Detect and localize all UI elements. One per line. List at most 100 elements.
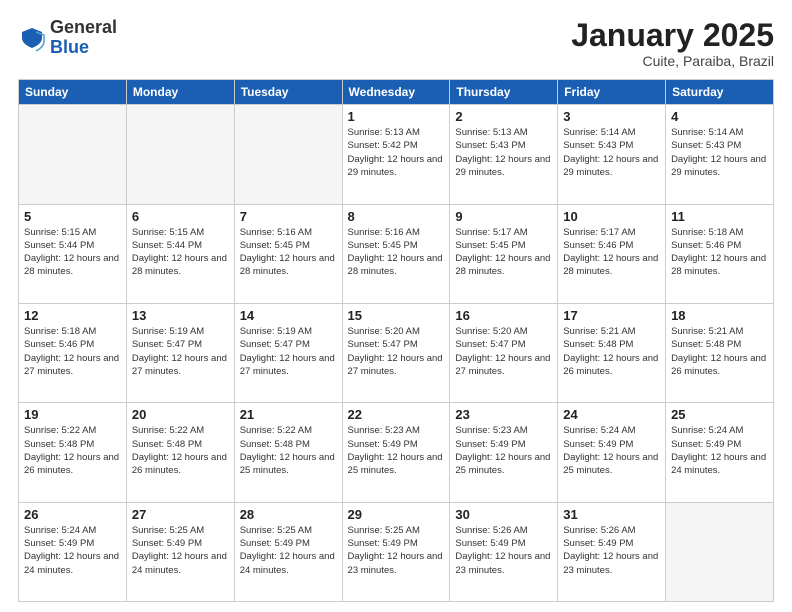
calendar-day-cell xyxy=(19,105,127,204)
day-number: 10 xyxy=(563,209,660,224)
calendar-day-cell: 19Sunrise: 5:22 AMSunset: 5:48 PMDayligh… xyxy=(19,403,127,502)
day-info: Sunrise: 5:24 AMSunset: 5:49 PMDaylight:… xyxy=(671,424,768,477)
calendar-day-cell: 27 Sunrise: 5:25 AMSunset: 5:49 PMDayligh… xyxy=(126,502,234,601)
logo-general: General xyxy=(50,17,117,37)
day-info: Sunrise: 5:13 AMSunset: 5:42 PMDaylight:… xyxy=(348,126,445,179)
day-info: Sunrise: 5:17 AMSunset: 5:45 PMDaylight:… xyxy=(455,226,552,279)
calendar-week-row: 1 Sunrise: 5:13 AMSunset: 5:42 PMDaylight… xyxy=(19,105,774,204)
calendar-day-cell: 24 Sunrise: 5:24 AMSunset: 5:49 PMDayligh… xyxy=(558,403,666,502)
day-number: 27 xyxy=(132,507,229,522)
day-number: 5 xyxy=(24,209,121,224)
logo-blue: Blue xyxy=(50,37,89,57)
day-number: 11 xyxy=(671,209,768,224)
calendar-day-cell: 16Sunrise: 5:20 AMSunset: 5:47 PMDayligh… xyxy=(450,303,558,402)
day-info: Sunrise: 5:25 AMSunset: 5:49 PMDaylight:… xyxy=(132,524,229,577)
day-info: Sunrise: 5:23 AMSunset: 5:49 PMDaylight:… xyxy=(348,424,445,477)
day-info: Sunrise: 5:23 AMSunset: 5:49 PMDaylight:… xyxy=(455,424,552,477)
day-number: 19 xyxy=(24,407,121,422)
day-number: 30 xyxy=(455,507,552,522)
calendar-week-row: 19 Sunrise: 5:22 AMSunset: 5:48 PMDayligh… xyxy=(19,403,774,502)
day-number: 9 xyxy=(455,209,552,224)
calendar-day-cell: 11 Sunrise: 5:18 AMSunset: 5:46 PMDayligh… xyxy=(666,204,774,303)
day-number: 14 xyxy=(240,308,337,323)
day-of-week-header: Tuesday xyxy=(234,80,342,105)
day-number: 12 xyxy=(24,308,121,323)
day-number: 31 xyxy=(563,507,660,522)
header: General Blue January 2025 Cuite, Paraiba… xyxy=(18,18,774,69)
calendar-day-cell xyxy=(126,105,234,204)
logo-icon xyxy=(18,24,46,52)
day-info: Sunrise: 5:14 AMSunset: 5:43 PMDaylight:… xyxy=(671,126,768,179)
day-info: Sunrise: 5:15 AMSunset: 5:44 PMDaylight:… xyxy=(24,226,121,279)
day-info: Sunrise: 5:20 AMSunset: 5:47 PMDaylight:… xyxy=(348,325,445,378)
day-info: Sunrise: 5:13 AMSunset: 5:43 PMDaylight:… xyxy=(455,126,552,179)
day-number: 3 xyxy=(563,109,660,124)
calendar-day-cell: 25 Sunrise: 5:24 AMSunset: 5:49 PMDayligh… xyxy=(666,403,774,502)
day-number: 21 xyxy=(240,407,337,422)
calendar-day-cell: 23Sunrise: 5:23 AMSunset: 5:49 PMDayligh… xyxy=(450,403,558,502)
calendar-day-cell: 4 Sunrise: 5:14 AMSunset: 5:43 PMDaylight… xyxy=(666,105,774,204)
day-of-week-header: Sunday xyxy=(19,80,127,105)
day-number: 6 xyxy=(132,209,229,224)
day-of-week-header: Wednesday xyxy=(342,80,450,105)
day-info: Sunrise: 5:16 AMSunset: 5:45 PMDaylight:… xyxy=(348,226,445,279)
calendar-day-cell: 3 Sunrise: 5:14 AMSunset: 5:43 PMDaylight… xyxy=(558,105,666,204)
calendar-day-cell: 28Sunrise: 5:25 AMSunset: 5:49 PMDayligh… xyxy=(234,502,342,601)
day-info: Sunrise: 5:22 AMSunset: 5:48 PMDaylight:… xyxy=(132,424,229,477)
calendar-day-cell: 6 Sunrise: 5:15 AMSunset: 5:44 PMDaylight… xyxy=(126,204,234,303)
day-number: 4 xyxy=(671,109,768,124)
day-info: Sunrise: 5:17 AMSunset: 5:46 PMDaylight:… xyxy=(563,226,660,279)
day-info: Sunrise: 5:24 AMSunset: 5:49 PMDaylight:… xyxy=(563,424,660,477)
day-number: 13 xyxy=(132,308,229,323)
day-number: 18 xyxy=(671,308,768,323)
calendar-day-cell: 2 Sunrise: 5:13 AMSunset: 5:43 PMDaylight… xyxy=(450,105,558,204)
day-info: Sunrise: 5:24 AMSunset: 5:49 PMDaylight:… xyxy=(24,524,121,577)
day-info: Sunrise: 5:22 AMSunset: 5:48 PMDaylight:… xyxy=(240,424,337,477)
calendar-day-cell: 12Sunrise: 5:18 AMSunset: 5:46 PMDayligh… xyxy=(19,303,127,402)
day-number: 17 xyxy=(563,308,660,323)
calendar-day-cell: 5 Sunrise: 5:15 AMSunset: 5:44 PMDaylight… xyxy=(19,204,127,303)
calendar-day-cell: 9 Sunrise: 5:17 AMSunset: 5:45 PMDaylight… xyxy=(450,204,558,303)
calendar-day-cell: 10 Sunrise: 5:17 AMSunset: 5:46 PMDayligh… xyxy=(558,204,666,303)
day-info: Sunrise: 5:19 AMSunset: 5:47 PMDaylight:… xyxy=(240,325,337,378)
calendar-day-cell: 18 Sunrise: 5:21 AMSunset: 5:48 PMDayligh… xyxy=(666,303,774,402)
day-info: Sunrise: 5:21 AMSunset: 5:48 PMDaylight:… xyxy=(671,325,768,378)
day-number: 28 xyxy=(240,507,337,522)
day-info: Sunrise: 5:16 AMSunset: 5:45 PMDaylight:… xyxy=(240,226,337,279)
day-number: 2 xyxy=(455,109,552,124)
day-info: Sunrise: 5:14 AMSunset: 5:43 PMDaylight:… xyxy=(563,126,660,179)
day-number: 29 xyxy=(348,507,445,522)
calendar-day-cell: 8Sunrise: 5:16 AMSunset: 5:45 PMDaylight… xyxy=(342,204,450,303)
day-info: Sunrise: 5:26 AMSunset: 5:49 PMDaylight:… xyxy=(563,524,660,577)
calendar-day-cell: 13Sunrise: 5:19 AMSunset: 5:47 PMDayligh… xyxy=(126,303,234,402)
calendar-day-cell: 15 Sunrise: 5:20 AMSunset: 5:47 PMDayligh… xyxy=(342,303,450,402)
month-title: January 2025 xyxy=(571,18,774,53)
day-number: 24 xyxy=(563,407,660,422)
calendar-day-cell: 21 Sunrise: 5:22 AMSunset: 5:48 PMDayligh… xyxy=(234,403,342,502)
day-number: 26 xyxy=(24,507,121,522)
page: General Blue January 2025 Cuite, Paraiba… xyxy=(0,0,792,612)
day-info: Sunrise: 5:25 AMSunset: 5:49 PMDaylight:… xyxy=(348,524,445,577)
day-info: Sunrise: 5:21 AMSunset: 5:48 PMDaylight:… xyxy=(563,325,660,378)
day-info: Sunrise: 5:15 AMSunset: 5:44 PMDaylight:… xyxy=(132,226,229,279)
day-info: Sunrise: 5:20 AMSunset: 5:47 PMDaylight:… xyxy=(455,325,552,378)
calendar-week-row: 12Sunrise: 5:18 AMSunset: 5:46 PMDayligh… xyxy=(19,303,774,402)
logo-text: General Blue xyxy=(50,18,117,58)
calendar-header-row: SundayMondayTuesdayWednesdayThursdayFrid… xyxy=(19,80,774,105)
calendar-day-cell: 17 Sunrise: 5:21 AMSunset: 5:48 PMDayligh… xyxy=(558,303,666,402)
calendar: SundayMondayTuesdayWednesdayThursdayFrid… xyxy=(18,79,774,602)
day-number: 25 xyxy=(671,407,768,422)
day-of-week-header: Monday xyxy=(126,80,234,105)
calendar-week-row: 26 Sunrise: 5:24 AMSunset: 5:49 PMDayligh… xyxy=(19,502,774,601)
calendar-day-cell: 29 Sunrise: 5:25 AMSunset: 5:49 PMDayligh… xyxy=(342,502,450,601)
day-info: Sunrise: 5:18 AMSunset: 5:46 PMDaylight:… xyxy=(671,226,768,279)
calendar-day-cell: 31 Sunrise: 5:26 AMSunset: 5:49 PMDayligh… xyxy=(558,502,666,601)
day-number: 1 xyxy=(348,109,445,124)
logo: General Blue xyxy=(18,18,117,58)
day-number: 15 xyxy=(348,308,445,323)
calendar-day-cell: 14 Sunrise: 5:19 AMSunset: 5:47 PMDayligh… xyxy=(234,303,342,402)
day-number: 7 xyxy=(240,209,337,224)
day-of-week-header: Thursday xyxy=(450,80,558,105)
calendar-day-cell: 20Sunrise: 5:22 AMSunset: 5:48 PMDayligh… xyxy=(126,403,234,502)
calendar-week-row: 5 Sunrise: 5:15 AMSunset: 5:44 PMDaylight… xyxy=(19,204,774,303)
